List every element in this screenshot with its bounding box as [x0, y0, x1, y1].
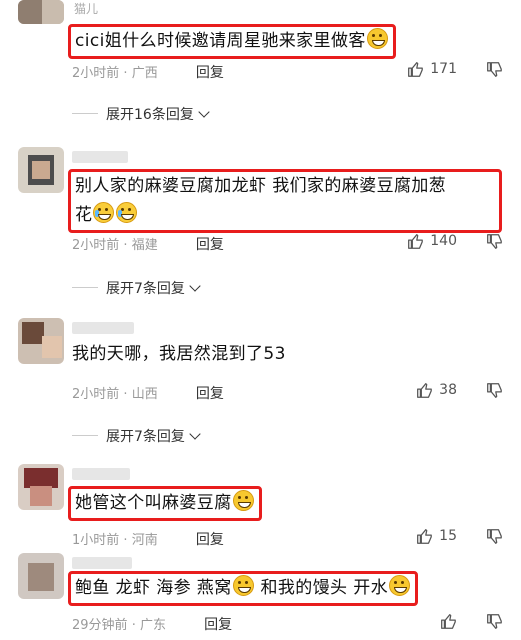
username[interactable]: 猫儿 [74, 0, 98, 17]
comment-text-content: 鲍鱼 龙虾 海参 燕窝 [75, 578, 232, 598]
comment-text-content: 我的天哪，我居然混到了53 [72, 344, 286, 364]
location: 山西 [131, 387, 158, 402]
comment-meta: 29分钟前 · 广东 回复 [72, 617, 233, 633]
highlight-box: 鲍鱼 龙虾 海参 燕窝 和我的馒头 开水 [68, 571, 419, 606]
location: 广东 [139, 618, 166, 633]
comment-item: 我的天哪，我居然混到了53 2小时前 · 山西 回复 38 展开7条回复 [0, 316, 521, 451]
chevron-down-icon [198, 106, 210, 118]
location: 广西 [131, 66, 158, 81]
expand-replies-button[interactable]: 展开7条回复 [106, 278, 201, 298]
like-count: 15 [439, 528, 457, 544]
reply-button[interactable]: 回复 [196, 237, 224, 253]
divider [72, 113, 98, 114]
comment-text-content: 和我的馒头 开水 [260, 578, 389, 598]
reply-button[interactable]: 回复 [196, 532, 224, 548]
tears-of-joy-icon [116, 202, 138, 223]
tears-of-joy-icon [93, 202, 115, 223]
thumbs-down-icon[interactable] [485, 528, 503, 546]
like-count: 140 [430, 233, 457, 249]
comment-meta: 1小时前 · 河南 回复 [72, 532, 224, 548]
pleading-icon [389, 575, 411, 596]
chevron-down-icon [189, 428, 201, 440]
avatar[interactable] [18, 553, 64, 599]
thumbs-up-icon [417, 383, 433, 398]
comment-meta: 2小时前 · 福建 回复 [72, 237, 224, 253]
comment-item: 猫儿 cici姐什么时候邀请周星驰来家里做客 2小时前 · 广西 回复 171 … [0, 0, 521, 135]
comment-text-content: 她管这个叫麻婆豆腐 [75, 493, 232, 513]
like-button[interactable] [439, 612, 457, 630]
grin-icon [366, 28, 388, 49]
comment-text: 别人家的麻婆豆腐加龙虾 我们家的麻婆豆腐加葱 花 [68, 169, 502, 233]
username[interactable] [72, 468, 130, 480]
comment-text: cici姐什么时候邀请周星驰来家里做客 [68, 24, 396, 59]
comment-text: 鲍鱼 龙虾 海参 燕窝 和我的馒头 开水 [68, 571, 419, 606]
comment-text: 她管这个叫麻婆豆腐 [68, 486, 262, 521]
thumbs-down-icon[interactable] [485, 233, 503, 251]
chevron-down-icon [189, 280, 201, 292]
like-count: 171 [430, 61, 457, 77]
comment-text-content: cici姐什么时候邀请周星驰来家里做客 [75, 31, 366, 51]
like-button[interactable]: 38 [415, 381, 457, 399]
comment-text-line-2: 花 [75, 201, 495, 230]
divider [72, 435, 98, 436]
like-button[interactable]: 15 [415, 527, 457, 545]
expand-replies-label: 展开16条回复 [106, 107, 194, 123]
comment-meta: 2小时前 · 广西 回复 [72, 65, 224, 81]
thumbs-up-icon [441, 614, 456, 629]
comment-text: 我的天哪，我居然混到了53 [72, 340, 286, 369]
expand-replies-button[interactable]: 展开7条回复 [106, 426, 201, 446]
like-button[interactable]: 171 [406, 60, 457, 78]
thumbs-down-icon[interactable] [485, 613, 503, 631]
avatar[interactable] [18, 0, 64, 24]
username[interactable] [72, 322, 134, 334]
highlight-box: 别人家的麻婆豆腐加龙虾 我们家的麻婆豆腐加葱 花 [68, 169, 502, 233]
expand-replies-label: 展开7条回复 [106, 281, 185, 297]
comment-item: 她管这个叫麻婆豆腐 1小时前 · 河南 回复 15 [0, 462, 521, 548]
comment-text-content: 花 [75, 205, 93, 225]
username[interactable] [72, 151, 128, 163]
reply-button[interactable]: 回复 [196, 65, 224, 81]
comment-meta: 2小时前 · 山西 回复 [72, 386, 224, 402]
thumbs-up-icon [408, 62, 424, 77]
thumbs-down-icon[interactable] [485, 61, 503, 79]
thumbs-down-icon[interactable] [485, 382, 503, 400]
like-button[interactable]: 140 [406, 232, 457, 250]
expand-replies-label: 展开7条回复 [106, 429, 185, 445]
timestamp: 1小时前 [72, 533, 120, 548]
location: 福建 [131, 238, 158, 253]
pleading-icon [232, 490, 254, 511]
comment-item: 鲍鱼 龙虾 海参 燕窝 和我的馒头 开水 29分钟前 · 广东 回复 [0, 551, 521, 640]
timestamp: 2小时前 [72, 238, 120, 253]
highlight-box: 她管这个叫麻婆豆腐 [68, 486, 262, 521]
like-count: 38 [439, 382, 457, 398]
location: 河南 [131, 533, 158, 548]
comment-item: 别人家的麻婆豆腐加龙虾 我们家的麻婆豆腐加葱 花 2小时前 · 福建 回复 14… [0, 143, 521, 303]
thumbs-up-icon [417, 529, 433, 544]
avatar[interactable] [18, 464, 64, 510]
thumbs-up-icon [408, 234, 424, 249]
reply-button[interactable]: 回复 [196, 386, 224, 402]
username[interactable] [72, 557, 132, 569]
divider [72, 287, 98, 288]
timestamp: 2小时前 [72, 387, 120, 402]
highlight-box: cici姐什么时候邀请周星驰来家里做客 [68, 24, 396, 59]
pleading-icon [232, 575, 254, 596]
avatar[interactable] [18, 147, 64, 193]
timestamp: 29分钟前 [72, 618, 128, 633]
comment-text-line: 别人家的麻婆豆腐加龙虾 我们家的麻婆豆腐加葱 [75, 176, 447, 196]
avatar[interactable] [18, 318, 64, 364]
reply-button[interactable]: 回复 [204, 617, 232, 633]
expand-replies-button[interactable]: 展开16条回复 [106, 104, 210, 124]
timestamp: 2小时前 [72, 66, 120, 81]
